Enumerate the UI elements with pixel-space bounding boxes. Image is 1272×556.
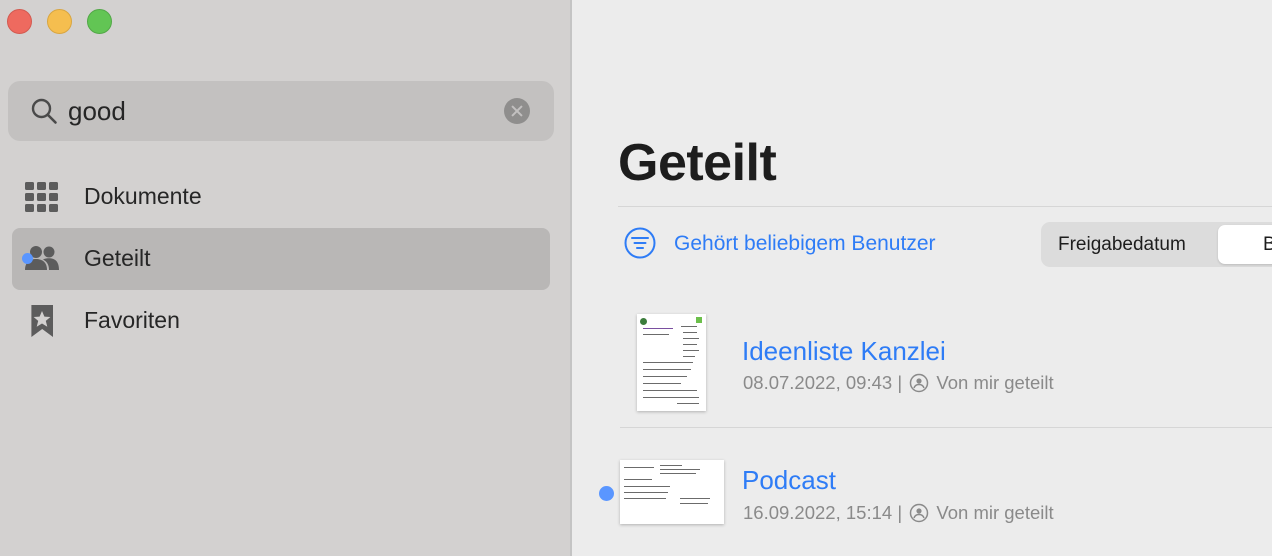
share-status: Von mir geteilt: [936, 502, 1054, 523]
sidebar-item-geteilt[interactable]: Geteilt: [12, 228, 550, 290]
sort-option-freigabedatum[interactable]: Freigabedatum: [1058, 234, 1186, 256]
sidebar-item-favoriten[interactable]: Favoriten: [12, 290, 550, 352]
document-row[interactable]: Ideenliste Kanzlei 08.07.2022, 09:43 | V…: [572, 296, 1272, 426]
unread-indicator: [22, 253, 33, 264]
meta-separator: |: [897, 372, 903, 393]
sidebar-item-label: Geteilt: [84, 245, 151, 271]
bookmark-star-icon: [31, 305, 53, 337]
page-title: Geteilt: [618, 134, 777, 192]
search-icon: [31, 98, 57, 124]
share-status: Von mir geteilt: [936, 372, 1054, 393]
divider: [618, 206, 1272, 207]
document-meta: 16.09.2022, 15:14 | Von mir geteilt: [743, 502, 1054, 524]
close-window-button[interactable]: [7, 9, 32, 34]
document-date: 16.09.2022, 15:14: [743, 502, 893, 523]
document-title[interactable]: Ideenliste Kanzlei: [742, 336, 946, 367]
grid-icon: [25, 182, 58, 212]
shared-person-icon: [910, 373, 929, 393]
document-thumbnail: [637, 314, 706, 411]
minimize-window-button[interactable]: [47, 9, 72, 34]
sort-segmented-control: Freigabedatum B: [1041, 222, 1272, 267]
meta-separator: |: [897, 502, 903, 523]
clear-icon[interactable]: [504, 98, 530, 124]
search-field[interactable]: [8, 81, 554, 141]
sort-option-label: B: [1263, 234, 1272, 255]
sidebar-item-label: Dokumente: [84, 183, 202, 209]
filter-icon[interactable]: [624, 227, 656, 259]
owner-filter-button[interactable]: Gehört beliebigem Benutzer: [674, 232, 936, 256]
document-thumbnail: [620, 460, 724, 524]
sidebar: Dokumente Geteilt Favoriten: [0, 0, 570, 556]
sidebar-item-dokumente[interactable]: Dokumente: [12, 166, 550, 228]
unread-indicator: [599, 486, 614, 501]
zoom-window-button[interactable]: [87, 9, 112, 34]
sidebar-item-label: Favoriten: [84, 307, 180, 333]
search-input[interactable]: [68, 93, 488, 129]
document-title[interactable]: Podcast: [742, 465, 836, 496]
sort-option-selected[interactable]: B: [1218, 225, 1272, 264]
shared-person-icon: [910, 503, 929, 523]
document-date: 08.07.2022, 09:43: [743, 372, 893, 393]
document-row[interactable]: Podcast 16.09.2022, 15:14 | Von mir gete…: [572, 428, 1272, 556]
main-content: Geteilt Gehört beliebigem Benutzer Freig…: [572, 0, 1272, 556]
document-meta: 08.07.2022, 09:43 | Von mir geteilt: [743, 372, 1054, 394]
